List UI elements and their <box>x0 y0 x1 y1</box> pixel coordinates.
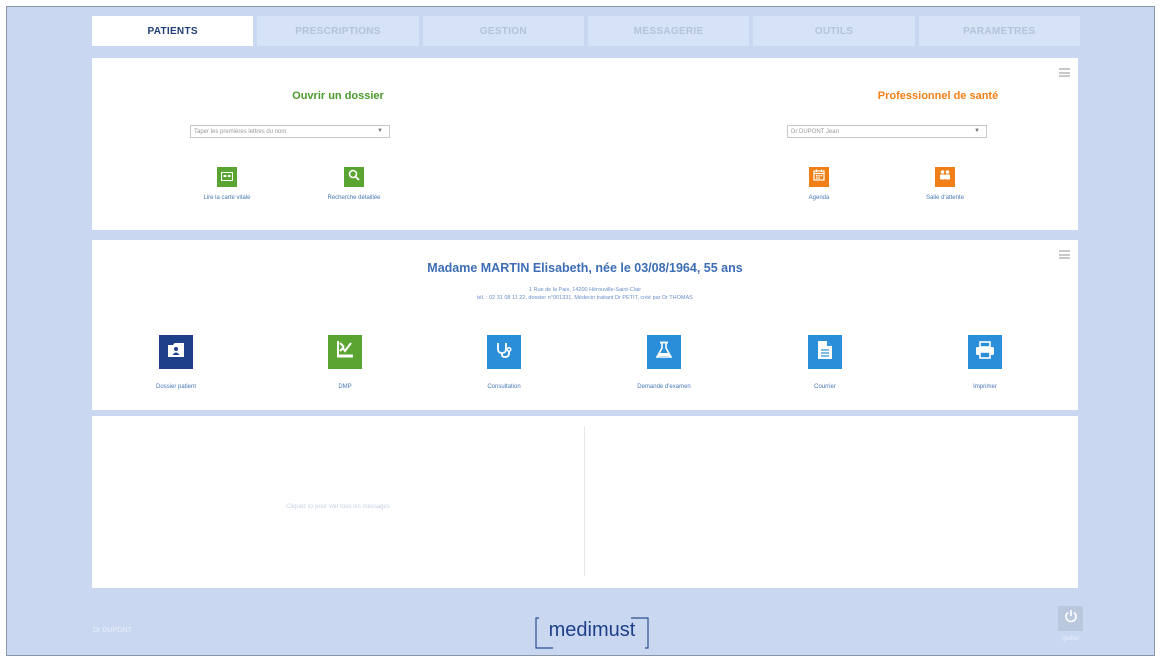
calendar-icon <box>813 168 825 186</box>
waiting-room-label: Salle d'attente <box>926 195 964 201</box>
chevron-down-icon: ▼ <box>974 128 980 134</box>
exam-request-button[interactable] <box>647 335 681 369</box>
document-icon <box>817 340 833 365</box>
patient-search-input[interactable]: Taper les premières lettres du nom ▼ <box>190 125 390 138</box>
panel-menu-icon[interactable] <box>1059 250 1070 259</box>
professional-title: Professionnel de santé <box>877 90 999 102</box>
dmp-label: DMP <box>338 384 352 390</box>
search-panel: Ouvrir un dossier Taper les premières le… <box>92 58 1078 230</box>
patient-details: tél. : 02 31 08 11 22, dossier n°001331,… <box>477 295 693 301</box>
patient-search-placeholder: Taper les premières lettres du nom <box>194 128 287 135</box>
print-button[interactable] <box>968 335 1002 369</box>
consultation-label: Consultation <box>487 384 521 390</box>
panel-menu-icon[interactable] <box>1059 68 1070 77</box>
patient-file-button[interactable] <box>159 335 193 369</box>
professional-select[interactable]: Dr DUPONT Jean ▼ <box>787 125 987 138</box>
detailed-search-label: Recherche détaillée <box>327 195 381 201</box>
tab-patients[interactable]: PATIENTS <box>92 16 254 46</box>
agenda-label: Agenda <box>808 195 830 201</box>
waiting-room-button[interactable] <box>935 167 955 187</box>
quit-button[interactable] <box>1058 606 1083 631</box>
print-label: Imprimer <box>973 384 997 390</box>
current-user: Dr DUPONT <box>93 627 132 634</box>
messages-panel: Cliquez ici pour voir tous les messages <box>92 416 1078 588</box>
tab-messagerie[interactable]: MESSAGERIE <box>587 16 750 46</box>
main-tabs: PATIENTS PRESCRIPTIONS GESTION MESSAGERI… <box>92 16 1080 46</box>
vitale-card-icon <box>221 168 233 186</box>
agenda-button[interactable] <box>809 167 829 187</box>
quit-label: Quitter <box>1061 636 1080 642</box>
medimust-logo: medimust <box>533 616 651 650</box>
tab-gestion[interactable]: GESTION <box>422 16 584 46</box>
flask-icon <box>655 341 673 364</box>
tab-outils[interactable]: OUTILS <box>753 16 915 46</box>
power-icon <box>1064 609 1078 628</box>
patient-address: 1 Rue de la Paix, 14200 Hérouville-Saint… <box>528 287 642 293</box>
mail-button[interactable] <box>808 335 842 369</box>
read-vitale-button[interactable] <box>217 167 237 187</box>
tab-parametres[interactable]: PARAMETRES <box>918 16 1080 46</box>
detailed-search-button[interactable] <box>344 167 364 187</box>
patient-panel: Madame MARTIN Elisabeth, née le 03/08/19… <box>92 240 1078 410</box>
patient-title: Madame MARTIN Elisabeth, née le 03/08/19… <box>427 261 743 275</box>
stethoscope-icon <box>495 341 513 364</box>
messages-link[interactable]: Cliquez ici pour voir tous les messages <box>92 504 584 510</box>
dmp-icon <box>335 340 355 365</box>
logo-text: medimust <box>548 619 636 641</box>
patient-file-label: Dossier patient <box>155 384 197 390</box>
waiting-room-icon <box>939 168 951 186</box>
consultation-button[interactable] <box>487 335 521 369</box>
mail-label: Courrier <box>814 384 836 390</box>
open-file-title: Ouvrir un dossier <box>292 90 384 102</box>
panel-divider <box>584 426 585 576</box>
search-icon <box>348 168 360 186</box>
read-vitale-label: Lire la carte vitale <box>203 195 251 201</box>
exam-request-label: Demande d'examen <box>637 384 691 390</box>
professional-select-value: Dr DUPONT Jean <box>791 128 839 135</box>
patient-file-icon <box>167 342 185 363</box>
tab-prescriptions[interactable]: PRESCRIPTIONS <box>257 16 419 46</box>
chevron-down-icon: ▼ <box>377 128 383 134</box>
dmp-button[interactable] <box>328 335 362 369</box>
printer-icon <box>975 340 995 364</box>
